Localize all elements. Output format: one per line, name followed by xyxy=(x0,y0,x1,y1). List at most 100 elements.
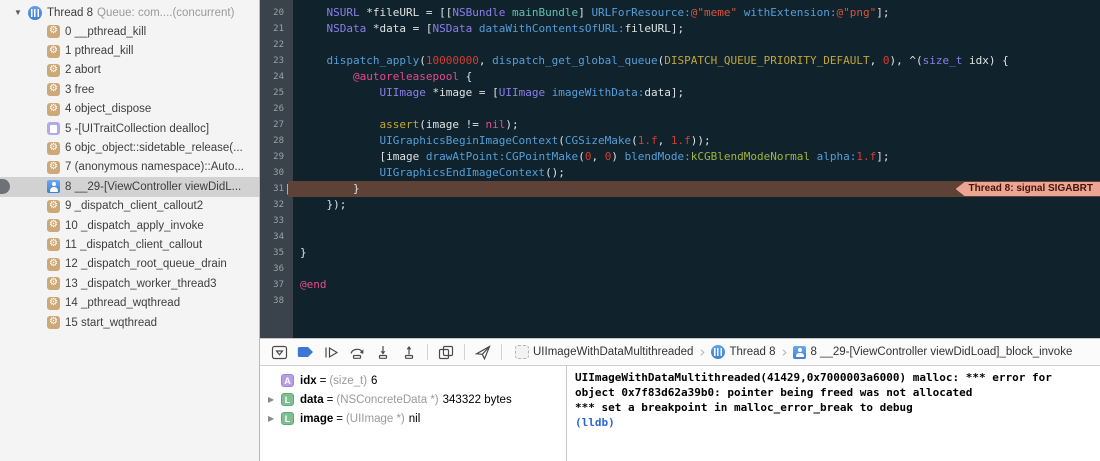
line-number[interactable]: 37 xyxy=(260,277,288,293)
code-line-content: UIGraphicsBeginImageContext(CGSizeMake(1… xyxy=(288,133,1100,149)
stack-frame-row[interactable]: ⚙1 pthread_kill xyxy=(0,41,259,60)
disclosure-triangle-icon[interactable] xyxy=(14,8,28,17)
stack-frame-row[interactable]: ⚙ 6 objc_object::sidetable_release(... xyxy=(0,138,259,157)
code-line[interactable]: 36 xyxy=(260,261,1100,277)
step-over-button[interactable] xyxy=(344,341,370,363)
stack-frame-label: 7 (anonymous namespace)::Auto... xyxy=(65,161,244,173)
code-line-content: } xyxy=(288,245,1100,261)
stack-frame-row[interactable]: ⚙4 object_dispose xyxy=(0,100,259,119)
code-line[interactable]: 24 @autoreleasepool { xyxy=(260,69,1100,85)
line-number[interactable]: 23 xyxy=(260,53,288,69)
line-number[interactable]: 25 xyxy=(260,85,288,101)
variable-row[interactable]: Aidx=(size_t)6 xyxy=(260,371,566,390)
continue-button[interactable] xyxy=(318,341,344,363)
code-line[interactable]: 26 xyxy=(260,101,1100,117)
step-into-button[interactable] xyxy=(370,341,396,363)
code-token: @end xyxy=(300,278,327,291)
variable-row[interactable]: Limage=(UIImage *)nil xyxy=(260,409,566,428)
simulate-location-button[interactable] xyxy=(470,341,496,363)
code-line[interactable]: 28 UIGraphicsBeginImageContext(CGSizeMak… xyxy=(260,133,1100,149)
line-number[interactable]: 33 xyxy=(260,213,288,229)
stack-frame-row[interactable]: 8 __29-[ViewController viewDidL... xyxy=(0,177,259,196)
stack-frame-label: 2 abort xyxy=(65,64,101,76)
breakpoints-toggle-button[interactable] xyxy=(292,341,318,363)
code-line[interactable]: 30 UIGraphicsEndImageContext(); xyxy=(260,165,1100,181)
variable-value: 6 xyxy=(371,375,377,387)
step-out-button[interactable] xyxy=(396,341,422,363)
variables-view[interactable]: Aidx=(size_t)6Ldata=(NSConcreteData *)34… xyxy=(260,366,566,461)
gear-frame-icon: ⚙ xyxy=(47,258,60,271)
code-line-content xyxy=(288,101,1100,117)
code-line[interactable]: 35} xyxy=(260,245,1100,261)
disclosure-triangle-icon[interactable] xyxy=(268,414,281,423)
stack-frame-row[interactable]: ⚙11 _dispatch_client_callout xyxy=(0,235,259,254)
console-text-line: *** set a breakpoint in malloc_error_bre… xyxy=(575,400,1096,415)
line-number[interactable]: 32 xyxy=(260,197,288,213)
stack-frame-row[interactable]: ⚙3 free xyxy=(0,80,259,99)
code-line[interactable]: 33 xyxy=(260,213,1100,229)
code-token: ( xyxy=(578,150,585,163)
line-number[interactable]: 27 xyxy=(260,117,288,133)
line-number[interactable]: 26 xyxy=(260,101,288,117)
code-line[interactable]: 23 dispatch_apply(10000000, dispatch_get… xyxy=(260,53,1100,69)
line-number[interactable]: 28 xyxy=(260,133,288,149)
hide-debug-area-button[interactable] xyxy=(266,341,292,363)
code-token: UIGraphicsEndImageContext xyxy=(379,166,545,179)
code-line[interactable]: 34 xyxy=(260,229,1100,245)
variable-kind-badge: L xyxy=(281,412,294,425)
breadcrumb-item[interactable]: 8 __29-[ViewController viewDidLoad]_bloc… xyxy=(793,346,1072,359)
code-token: fileURL]; xyxy=(625,22,685,35)
stack-frame-row[interactable]: ⚙7 (anonymous namespace)::Auto... xyxy=(0,158,259,177)
code-line[interactable]: 38 xyxy=(260,293,1100,309)
code-token xyxy=(545,86,552,99)
line-number[interactable]: 35 xyxy=(260,245,288,261)
source-editor[interactable]: 1920 NSURL *fileURL = [[NSBundle mainBun… xyxy=(260,0,1100,338)
view-ui-hierarchy-button[interactable] xyxy=(433,341,459,363)
stack-frame-label: 6 objc_object::sidetable_release(... xyxy=(65,142,243,154)
variable-row[interactable]: Ldata=(NSConcreteData *)343322 bytes xyxy=(260,390,566,409)
line-number[interactable]: 30 xyxy=(260,165,288,181)
line-number[interactable]: 20 xyxy=(260,5,288,21)
stack-frame-label: 4 object_dispose xyxy=(65,103,151,115)
variable-name: idx xyxy=(300,375,317,387)
stack-frame-row[interactable]: 5 -[UITraitCollection dealloc] xyxy=(0,119,259,138)
code-token: withExtension: xyxy=(744,6,837,19)
code-line[interactable]: 29 [image drawAtPoint:CGPointMake(0, 0) … xyxy=(260,149,1100,165)
editor-and-debug-area: 1920 NSURL *fileURL = [[NSBundle mainBun… xyxy=(260,0,1100,461)
line-number[interactable]: 24 xyxy=(260,69,288,85)
breadcrumb-item[interactable]: Thread 8 xyxy=(711,345,775,359)
console-output[interactable]: UIImageWithDataMultithreaded(41429,0x700… xyxy=(567,366,1100,461)
toolbar-separator xyxy=(427,344,428,360)
xcode-debug-window: Thread 8 Queue: com....(concurrent) ⚙0 _… xyxy=(0,0,1100,461)
line-number[interactable]: 34 xyxy=(260,229,288,245)
stack-frame-row[interactable]: ⚙13 _dispatch_worker_thread3 xyxy=(0,274,259,293)
code-line[interactable]: 27 assert(image != nil); xyxy=(260,117,1100,133)
code-line[interactable]: 31 }Thread 8: signal SIGABRT xyxy=(260,181,1100,197)
disclosure-triangle-icon[interactable] xyxy=(268,395,281,404)
code-line[interactable]: 32 }); xyxy=(260,197,1100,213)
stack-frame-row[interactable]: ⚙15 start_wqthread xyxy=(0,313,259,332)
code-line[interactable]: 37 @end xyxy=(260,277,1100,293)
stack-frame-row[interactable]: ⚙2 abort xyxy=(0,61,259,80)
step-into-icon xyxy=(375,345,391,360)
gear-frame-icon: ⚙ xyxy=(47,142,60,155)
thread-row[interactable]: Thread 8 Queue: com....(concurrent) xyxy=(0,3,259,22)
breadcrumb-item[interactable]: UIImageWithDataMultithreaded xyxy=(515,345,693,359)
stack-frame-row[interactable]: ⚙9 _dispatch_client_callout2 xyxy=(0,197,259,216)
line-number[interactable]: 21 xyxy=(260,21,288,37)
stack-frame-row[interactable]: ⚙0 __pthread_kill xyxy=(0,22,259,41)
line-number[interactable]: 29 xyxy=(260,149,288,165)
code-line[interactable]: 21 NSData *data = [NSData dataWithConten… xyxy=(260,21,1100,37)
line-number[interactable]: 38 xyxy=(260,293,288,309)
stack-frame-row[interactable]: ⚙10 _dispatch_apply_invoke xyxy=(0,216,259,235)
line-number[interactable]: 31 xyxy=(260,181,288,197)
line-number[interactable]: 22 xyxy=(260,37,288,53)
stack-frame-row[interactable]: ⚙14 _pthread_wqthread xyxy=(0,293,259,312)
stack-frame-row[interactable]: ⚙12 _dispatch_root_queue_drain xyxy=(0,255,259,274)
user-frame-icon xyxy=(47,180,60,193)
code-line[interactable]: 22 xyxy=(260,37,1100,53)
code-line[interactable]: 20 NSURL *fileURL = [[NSBundle mainBundl… xyxy=(260,5,1100,21)
line-number[interactable]: 36 xyxy=(260,261,288,277)
code-line[interactable]: 25 UIImage *image = [UIImage imageWithDa… xyxy=(260,85,1100,101)
code-token: *data = [ xyxy=(366,22,432,35)
